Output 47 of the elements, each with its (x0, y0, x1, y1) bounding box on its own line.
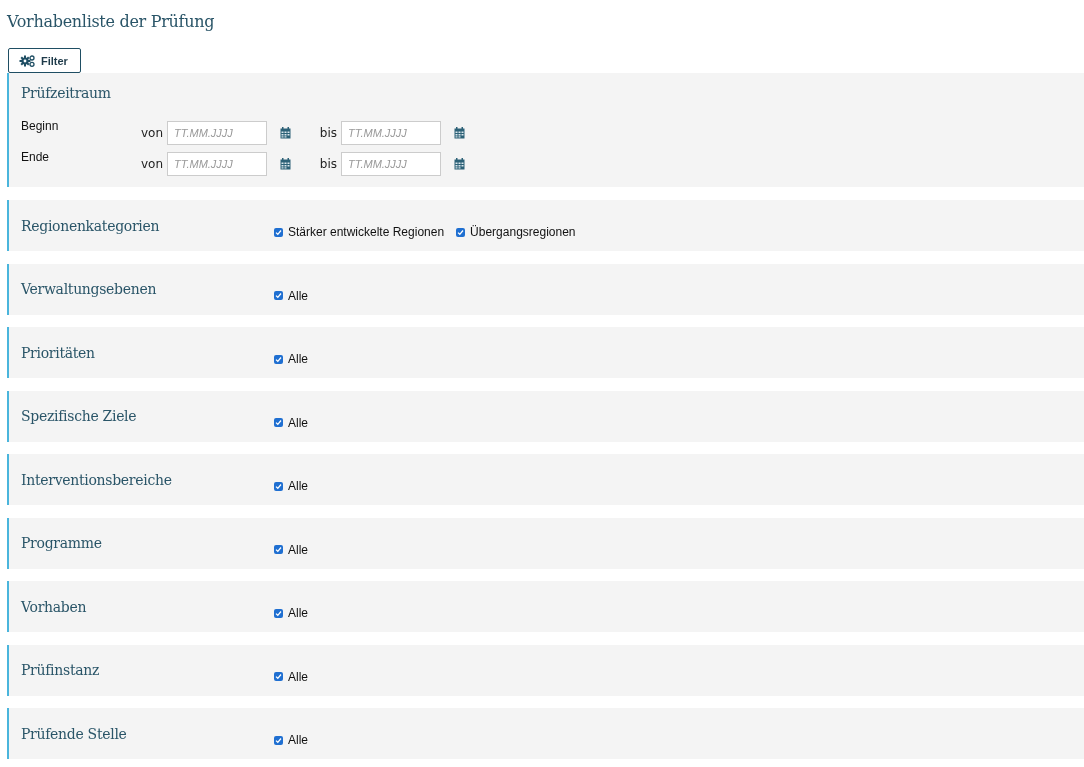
calendar-icon[interactable] (280, 126, 291, 139)
page-title: Vorhabenliste der Prüfung (7, 12, 216, 33)
gears-icon (19, 54, 35, 67)
section-heading: Verwaltungsebenen (21, 281, 158, 297)
calendar-icon[interactable] (280, 157, 291, 170)
checkbox[interactable] (274, 418, 283, 427)
checkbox-label: Alle (288, 542, 308, 557)
section-heading: Prüfinstanz (21, 662, 101, 678)
section-heading: Spezifische Ziele (21, 408, 138, 424)
checkbox-label: Übergangsregionen (470, 225, 576, 239)
section-heading: Interventionsbereiche (21, 471, 173, 488)
calendar-icon[interactable] (454, 157, 465, 170)
section-heading: Vorhaben (21, 598, 88, 615)
date-field[interactable]: TT.MM.JJJJ (167, 151, 267, 176)
section-heading: Programme (21, 535, 103, 551)
field-label: Beginn (21, 118, 60, 133)
section-heading: Prüfende Stelle (21, 725, 128, 742)
checkbox[interactable] (456, 227, 466, 237)
checkbox-label: Alle (288, 479, 308, 493)
date-field[interactable]: TT.MM.JJJJ (167, 120, 267, 145)
checkbox[interactable] (274, 291, 283, 300)
checkbox[interactable] (274, 227, 283, 237)
calendar-icon[interactable] (454, 126, 465, 139)
filter-button[interactable]: Filter (8, 48, 81, 73)
checkbox-label: Alle (288, 669, 308, 684)
date-field[interactable]: TT.MM.JJJJ (341, 120, 441, 145)
checkbox-label: Stärker entwickelte Regionen (288, 225, 445, 239)
checkbox-label: Alle (288, 606, 308, 620)
checkbox-label: Alle (288, 352, 308, 366)
range-label: von (141, 156, 163, 171)
field-label: Ende (21, 149, 51, 164)
range-label: bis (318, 125, 337, 140)
section-heading: Prüfzeitraum (21, 85, 112, 101)
checkbox-label: Alle (288, 733, 308, 747)
checkbox-label: Alle (288, 288, 308, 303)
checkbox[interactable] (274, 608, 283, 618)
checkbox[interactable] (274, 481, 283, 491)
section-heading: Regionenkategorien (21, 217, 161, 234)
range-label: bis (318, 156, 337, 171)
date-field[interactable]: TT.MM.JJJJ (341, 151, 441, 176)
section-heading: Prioritäten (21, 344, 96, 361)
checkbox[interactable] (274, 735, 283, 745)
checkbox-label: Alle (288, 415, 308, 430)
checkbox[interactable] (274, 545, 283, 554)
checkbox[interactable] (274, 354, 283, 364)
checkbox[interactable] (274, 672, 283, 681)
range-label: von (141, 125, 163, 140)
